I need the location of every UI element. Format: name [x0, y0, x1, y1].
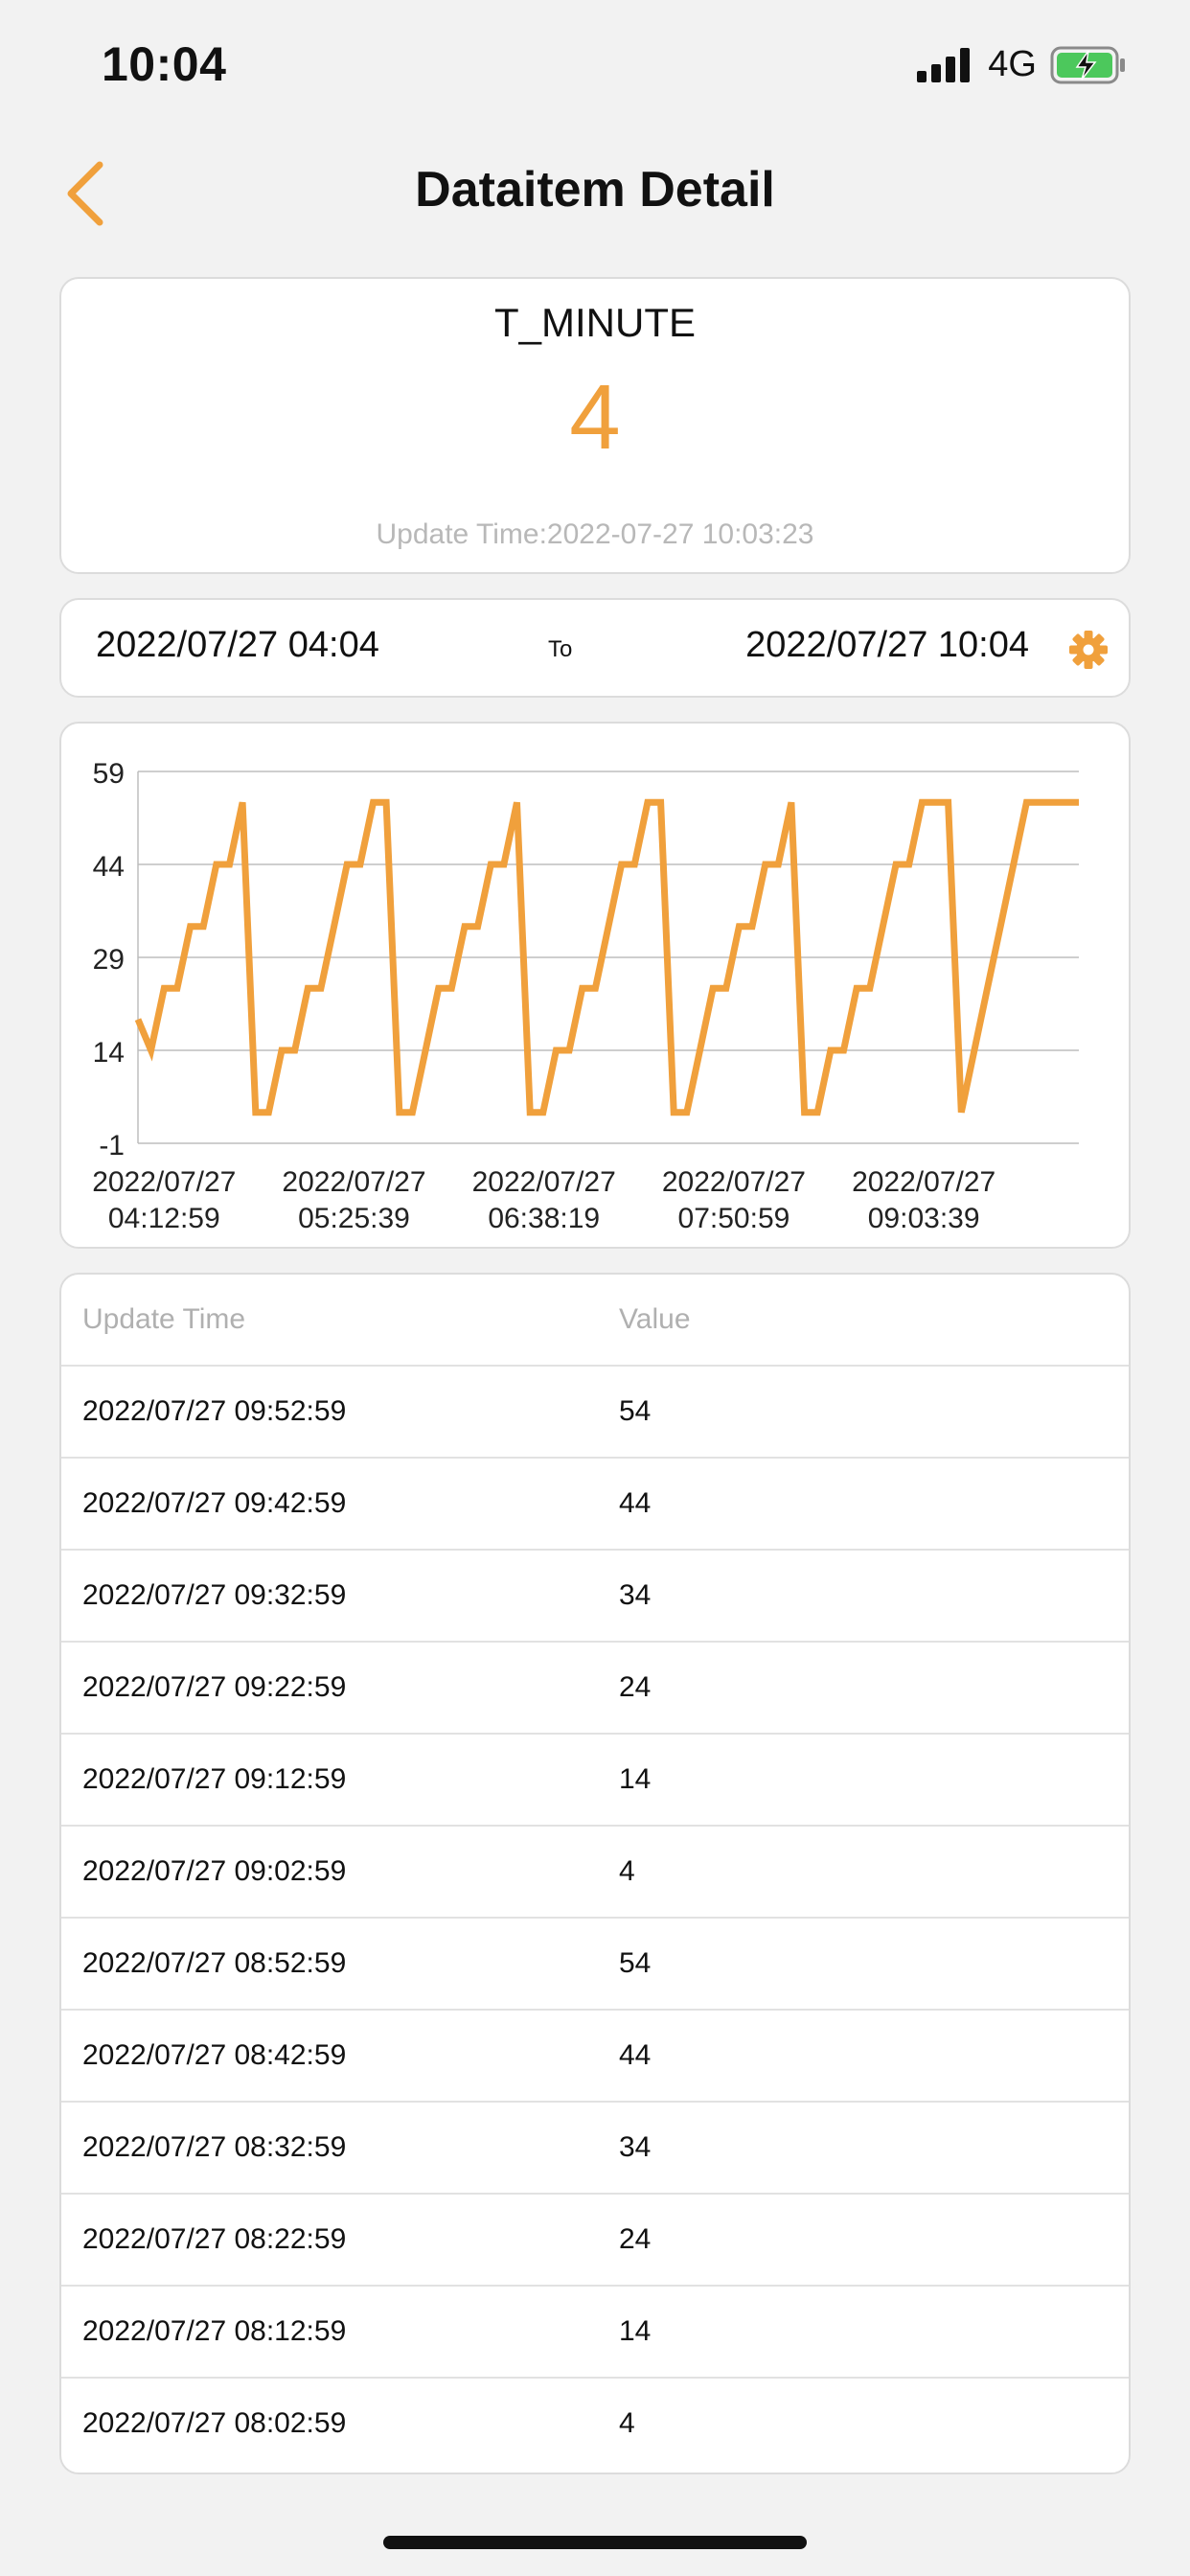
row-value: 24: [619, 2223, 652, 2255]
row-update-time: 2022/07/27 08:12:59: [82, 2315, 347, 2347]
table-row: 2022/07/27 08:32:59 34: [61, 2103, 1129, 2195]
range-start-picker[interactable]: 2022/07/27 04:04: [96, 625, 379, 666]
range-end-picker[interactable]: 2022/07/27 10:04: [745, 625, 1029, 666]
table-row: 2022/07/27 09:02:59 4: [61, 1827, 1129, 1919]
x-tick-label-date: 2022/07/27: [282, 1166, 425, 1198]
dataitem-name: T_MINUTE: [494, 300, 696, 345]
header-value: Value: [619, 1303, 691, 1335]
row-update-time: 2022/07/27 09:32:59: [82, 1579, 347, 1611]
table-row: 2022/07/27 09:22:59 24: [61, 1643, 1129, 1735]
x-tick-label-time: 06:38:19: [488, 1203, 600, 1234]
history-table: Update Time Value 2022/07/27 09:52:59 54…: [59, 1273, 1131, 2474]
row-value: 24: [619, 1671, 652, 1703]
table-row: 2022/07/27 08:12:59 14: [61, 2287, 1129, 2379]
row-update-time: 2022/07/27 09:02:59: [82, 1855, 347, 1887]
row-value: 54: [619, 1395, 652, 1427]
table-row: 2022/07/27 08:42:59 44: [61, 2011, 1129, 2103]
row-value: 44: [619, 2039, 652, 2071]
signal-icon: [917, 47, 971, 82]
row-value: 34: [619, 2131, 652, 2163]
y-tick-label: 29: [93, 944, 125, 976]
table-row: 2022/07/27 09:42:59 44: [61, 1459, 1129, 1551]
row-update-time: 2022/07/27 09:22:59: [82, 1671, 347, 1703]
x-tick-label-date: 2022/07/27: [662, 1166, 806, 1198]
range-separator: To: [548, 636, 573, 662]
row-update-time: 2022/07/27 08:42:59: [82, 2039, 347, 2071]
header-update-time: Update Time: [82, 1303, 246, 1335]
update-time: Update Time:2022-07-27 10:03:23: [376, 518, 814, 550]
row-value: 54: [619, 1947, 652, 1979]
dataitem-value: 4: [569, 366, 621, 469]
table-row: 2022/07/27 08:02:59 4: [61, 2379, 1129, 2471]
row-value: 14: [619, 2315, 652, 2347]
table-row: 2022/07/27 09:52:59 54: [61, 1367, 1129, 1459]
row-update-time: 2022/07/27 09:52:59: [82, 1395, 347, 1427]
table-header: Update Time Value: [61, 1275, 1129, 1367]
x-tick-label-time: 04:12:59: [108, 1203, 220, 1234]
row-value: 4: [619, 2407, 635, 2439]
history-chart-card: 59 44 29 14 -1 2022/07/27 04:12:59 2022/07/27 05…: [59, 722, 1131, 1249]
row-update-time: 2022/07/27 09:12:59: [82, 1763, 347, 1795]
status-bar: 10:04 4G: [0, 0, 1190, 125]
status-icons: 4G: [917, 44, 1127, 85]
history-chart: 59 44 29 14 -1 2022/07/27 04:12:59 2022/07/27 05…: [92, 758, 1079, 1234]
x-tick-label-time: 09:03:39: [868, 1203, 980, 1234]
y-tick-label: 59: [93, 758, 125, 790]
date-range-card: 2022/07/27 04:04 To 2022/07/27 10:04: [59, 598, 1131, 698]
row-value: 44: [619, 1487, 652, 1519]
y-tick-label: 14: [93, 1037, 125, 1069]
row-value: 14: [619, 1763, 652, 1795]
x-tick-label-date: 2022/07/27: [472, 1166, 616, 1198]
row-update-time: 2022/07/27 08:52:59: [82, 1947, 347, 1979]
network-label: 4G: [988, 44, 1037, 84]
table-row: 2022/07/27 09:32:59 34: [61, 1551, 1129, 1643]
row-update-time: 2022/07/27 08:22:59: [82, 2223, 347, 2255]
x-tick-label-date: 2022/07/27: [852, 1166, 995, 1198]
row-value: 34: [619, 1579, 652, 1611]
page-title: Dataitem Detail: [415, 162, 775, 218]
table-row: 2022/07/27 08:52:59 54: [61, 1919, 1129, 2011]
nav-bar: Dataitem Detail: [0, 144, 1190, 240]
row-update-time: 2022/07/27 09:42:59: [82, 1487, 347, 1519]
row-update-time: 2022/07/27 08:02:59: [82, 2407, 347, 2439]
x-tick-label-date: 2022/07/27: [92, 1166, 236, 1198]
status-time: 10:04: [102, 37, 227, 91]
y-tick-label: 44: [93, 851, 125, 883]
table-row: 2022/07/27 08:22:59 24: [61, 2195, 1129, 2287]
current-value-card: T_MINUTE 4 Update Time:2022-07-27 10:03:…: [59, 277, 1131, 574]
gear-icon[interactable]: [1067, 629, 1110, 671]
x-tick-label-time: 07:50:59: [678, 1203, 790, 1234]
battery-charging-icon: [1050, 46, 1125, 83]
y-tick-label: -1: [99, 1130, 125, 1162]
row-update-time: 2022/07/27 08:32:59: [82, 2131, 347, 2163]
table-row: 2022/07/27 09:12:59 14: [61, 1735, 1129, 1827]
x-tick-label-time: 05:25:39: [298, 1203, 410, 1234]
row-value: 4: [619, 1855, 635, 1887]
home-indicator[interactable]: [383, 2536, 807, 2549]
